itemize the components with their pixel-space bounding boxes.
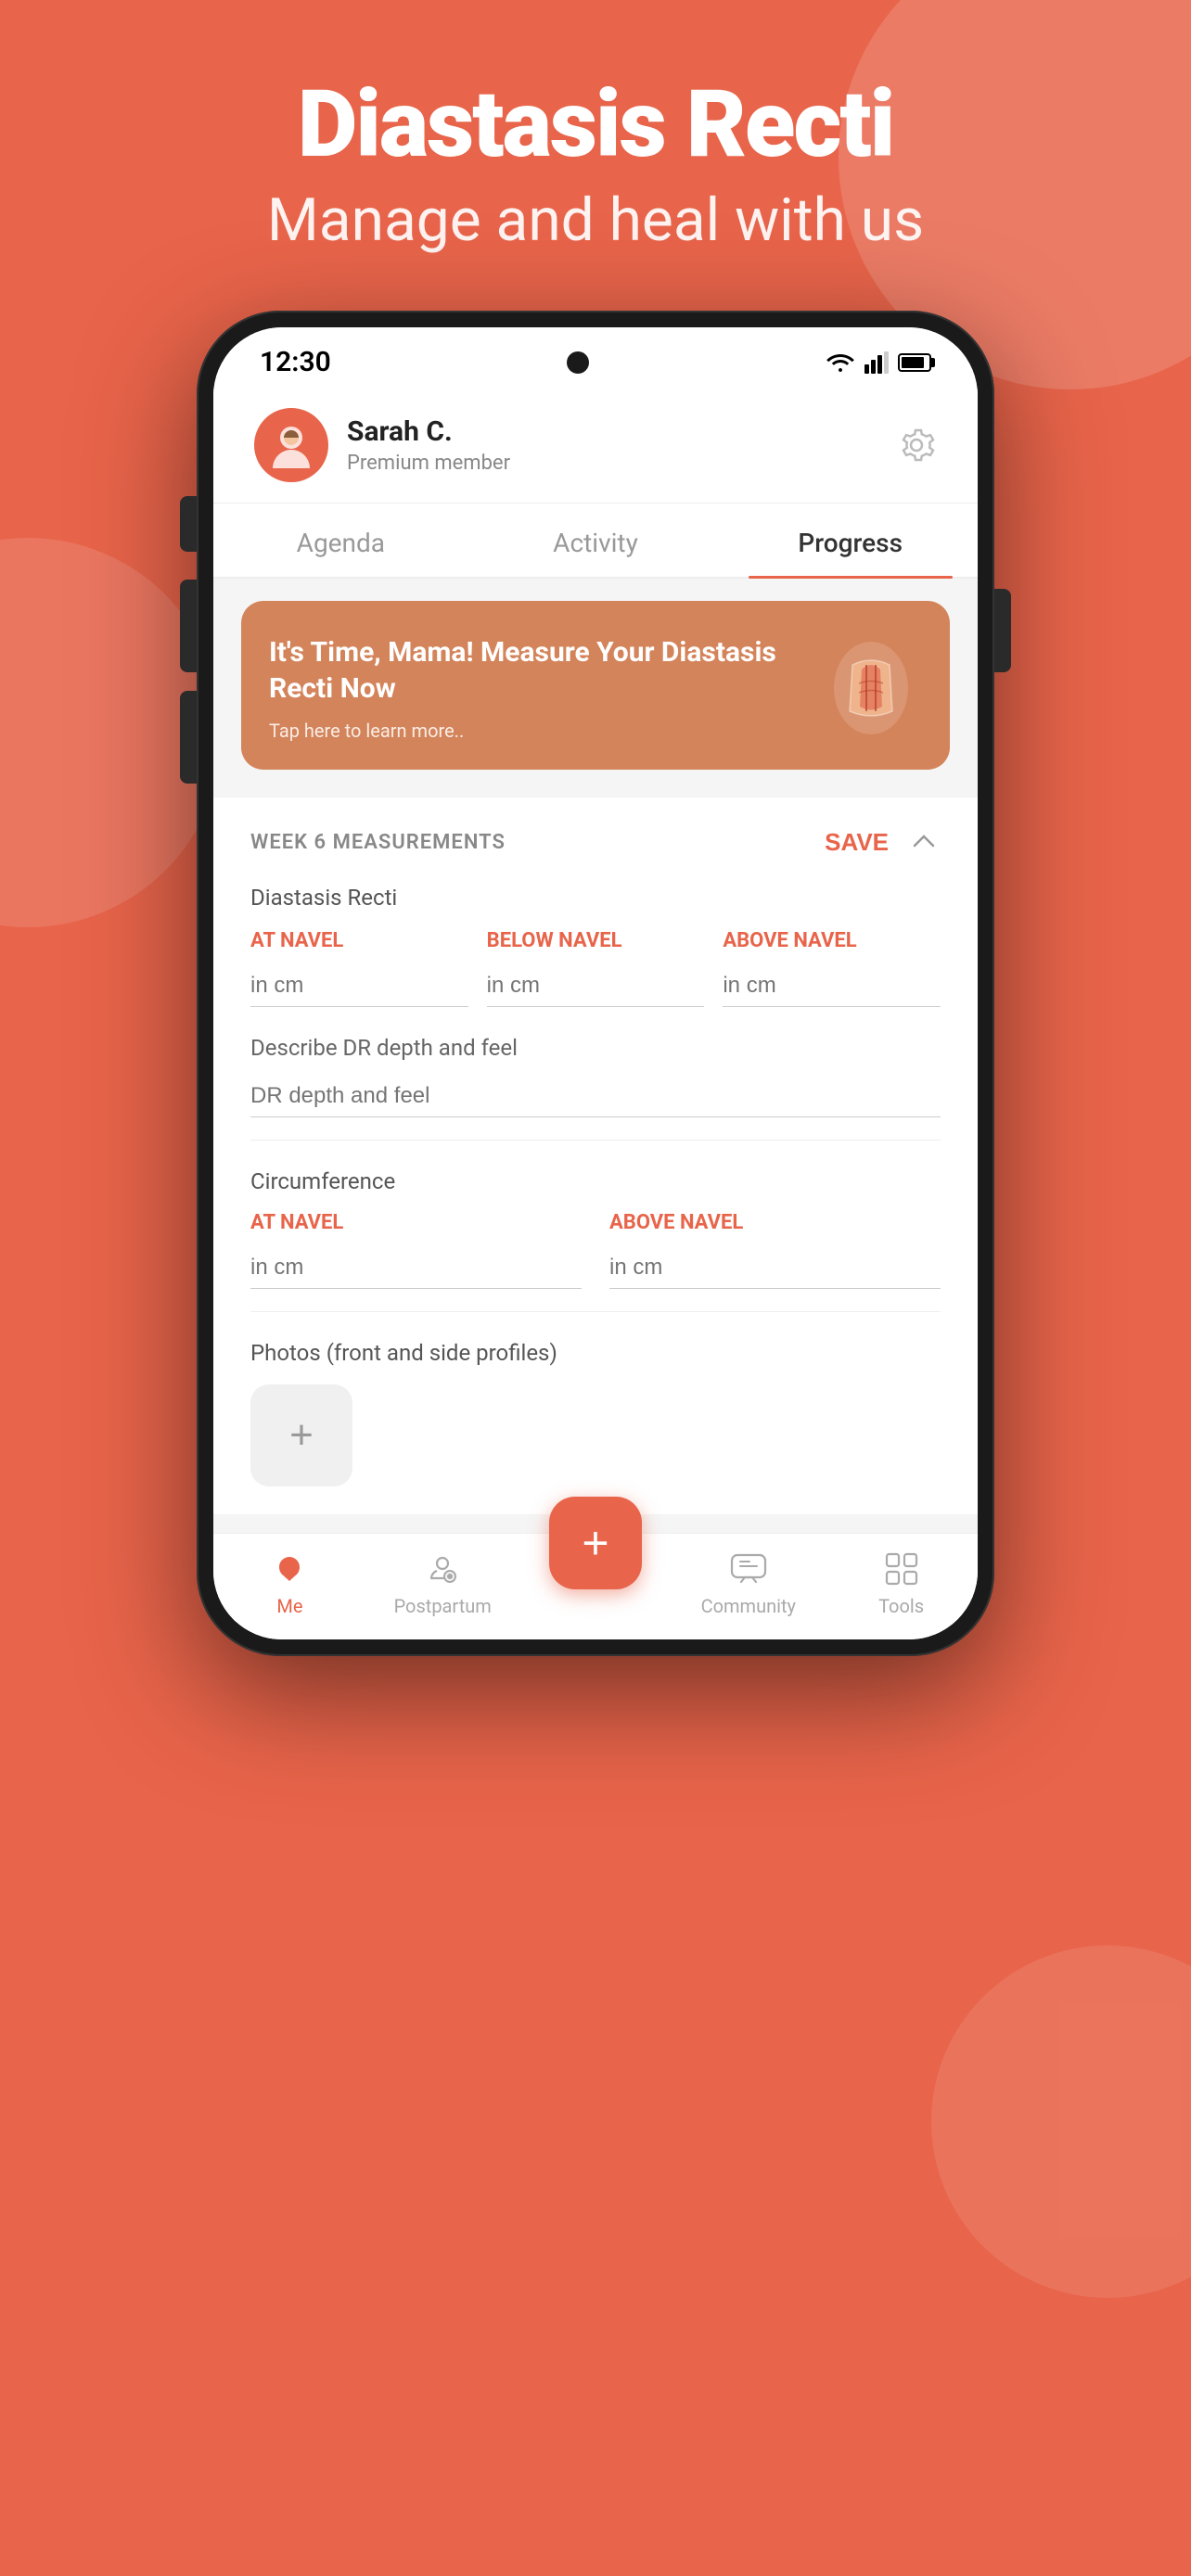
banner-subtitle: Tap here to learn more.. xyxy=(269,720,805,742)
divider-1 xyxy=(250,1140,941,1141)
circ-above-navel-label: ABOVE NAVEL xyxy=(609,1211,941,1234)
app-title: Diastasis Recti xyxy=(0,74,1191,176)
app-screen: Sarah C. Premium member Agenda xyxy=(213,388,978,1639)
collapse-button[interactable] xyxy=(907,825,941,859)
below-navel-input[interactable] xyxy=(487,965,705,1007)
above-navel-col: ABOVE NAVEL xyxy=(723,929,941,1007)
user-name: Sarah C. xyxy=(347,415,510,448)
nav-me-label: Me xyxy=(276,1595,302,1617)
section-actions: SAVE xyxy=(825,825,941,859)
user-header: Sarah C. Premium member xyxy=(213,388,978,504)
nav-postpartum-icon xyxy=(422,1550,463,1588)
battery-icon xyxy=(898,353,931,372)
wifi-icon xyxy=(826,351,855,374)
at-navel-input[interactable] xyxy=(250,965,468,1007)
at-navel-col: AT NAVEL xyxy=(250,929,468,1007)
app-subtitle: Manage and heal with us xyxy=(0,185,1191,255)
circumference-section: Circumference AT NAVEL ABOVE NAVEL xyxy=(250,1168,941,1289)
circ-at-navel-label: AT NAVEL xyxy=(250,1211,582,1234)
at-navel-label: AT NAVEL xyxy=(250,929,468,952)
nav-tools-label: Tools xyxy=(878,1595,924,1617)
avatar xyxy=(254,408,328,482)
volume-up-button xyxy=(180,580,197,672)
above-navel-label: ABOVE NAVEL xyxy=(723,929,941,952)
nav-community-label: Community xyxy=(701,1595,796,1617)
below-navel-label: BELOW NAVEL xyxy=(487,929,705,952)
nav-me-icon xyxy=(269,1550,310,1588)
header-section: Diastasis Recti Manage and heal with us xyxy=(0,0,1191,311)
describe-label: Describe DR depth and feel xyxy=(250,1035,941,1061)
bottom-nav: + Me xyxy=(213,1533,978,1639)
below-navel-col: BELOW NAVEL xyxy=(487,929,705,1007)
status-icons xyxy=(826,351,931,374)
diastasis-columns: AT NAVEL BELOW NAVEL ABOVE NAVEL xyxy=(250,929,941,1007)
silent-button xyxy=(180,496,197,552)
fab-container: + xyxy=(549,1497,642,1589)
content-area: It's Time, Mama! Measure Your Diastasis … xyxy=(213,579,978,1533)
diastasis-label: Diastasis Recti xyxy=(250,885,941,911)
user-info: Sarah C. Premium member xyxy=(254,408,510,482)
add-photo-button[interactable]: + xyxy=(250,1384,352,1486)
photos-label: Photos (front and side profiles) xyxy=(250,1340,941,1366)
section-header: WEEK 6 MEASUREMENTS SAVE xyxy=(250,825,941,859)
nav-postpartum-label: Postpartum xyxy=(394,1595,492,1617)
tab-agenda[interactable]: Agenda xyxy=(213,504,468,577)
phone-outer: 12:30 xyxy=(197,311,994,1656)
anatomy-image xyxy=(820,637,922,739)
save-button[interactable]: SAVE xyxy=(825,828,889,857)
above-navel-input[interactable] xyxy=(723,965,941,1007)
camera-notch xyxy=(567,351,589,374)
tab-progress[interactable]: Progress xyxy=(723,504,978,577)
phone-screen: 12:30 xyxy=(213,327,978,1639)
bg-decoration-bottom-right xyxy=(931,1945,1191,2298)
banner-title: It's Time, Mama! Measure Your Diastasis … xyxy=(269,634,805,707)
volume-down-button xyxy=(180,691,197,784)
nav-tools-icon xyxy=(881,1550,922,1588)
fab-plus-icon: + xyxy=(582,1520,608,1566)
user-details: Sarah C. Premium member xyxy=(347,415,510,475)
banner-card[interactable]: It's Time, Mama! Measure Your Diastasis … xyxy=(241,601,950,770)
tab-activity[interactable]: Activity xyxy=(468,504,724,577)
nav-tools[interactable]: Tools xyxy=(825,1550,978,1617)
circumference-label: Circumference xyxy=(250,1168,941,1194)
add-photo-icon: + xyxy=(289,1412,314,1459)
circ-at-navel-input[interactable] xyxy=(250,1247,582,1289)
nav-me[interactable]: Me xyxy=(213,1550,366,1617)
dr-depth-input[interactable] xyxy=(250,1076,941,1117)
circ-above-navel-input[interactable] xyxy=(609,1247,941,1289)
user-role: Premium member xyxy=(347,452,510,475)
status-bar: 12:30 xyxy=(213,327,978,388)
circumference-columns: AT NAVEL ABOVE NAVEL xyxy=(250,1211,941,1289)
nav-community-icon xyxy=(728,1550,769,1588)
photos-section: Photos (front and side profiles) + xyxy=(250,1340,941,1486)
section-title: WEEK 6 MEASUREMENTS xyxy=(250,831,506,854)
circ-at-navel-col: AT NAVEL xyxy=(250,1211,582,1289)
measurements-section: WEEK 6 MEASUREMENTS SAVE Diastasis xyxy=(213,797,978,1514)
signal-icon xyxy=(864,351,889,374)
power-button xyxy=(994,589,1011,672)
fab-button[interactable]: + xyxy=(549,1497,642,1589)
tabs-row: Agenda Activity Progress xyxy=(213,504,978,579)
status-time: 12:30 xyxy=(260,346,331,378)
circ-above-navel-col: ABOVE NAVEL xyxy=(609,1211,941,1289)
nav-community[interactable]: Community xyxy=(672,1550,825,1617)
nav-postpartum[interactable]: Postpartum xyxy=(366,1550,519,1617)
settings-icon[interactable] xyxy=(896,425,937,465)
divider-2 xyxy=(250,1311,941,1312)
phone-mockup: 12:30 xyxy=(0,311,1191,1656)
banner-text: It's Time, Mama! Measure Your Diastasis … xyxy=(269,634,805,742)
